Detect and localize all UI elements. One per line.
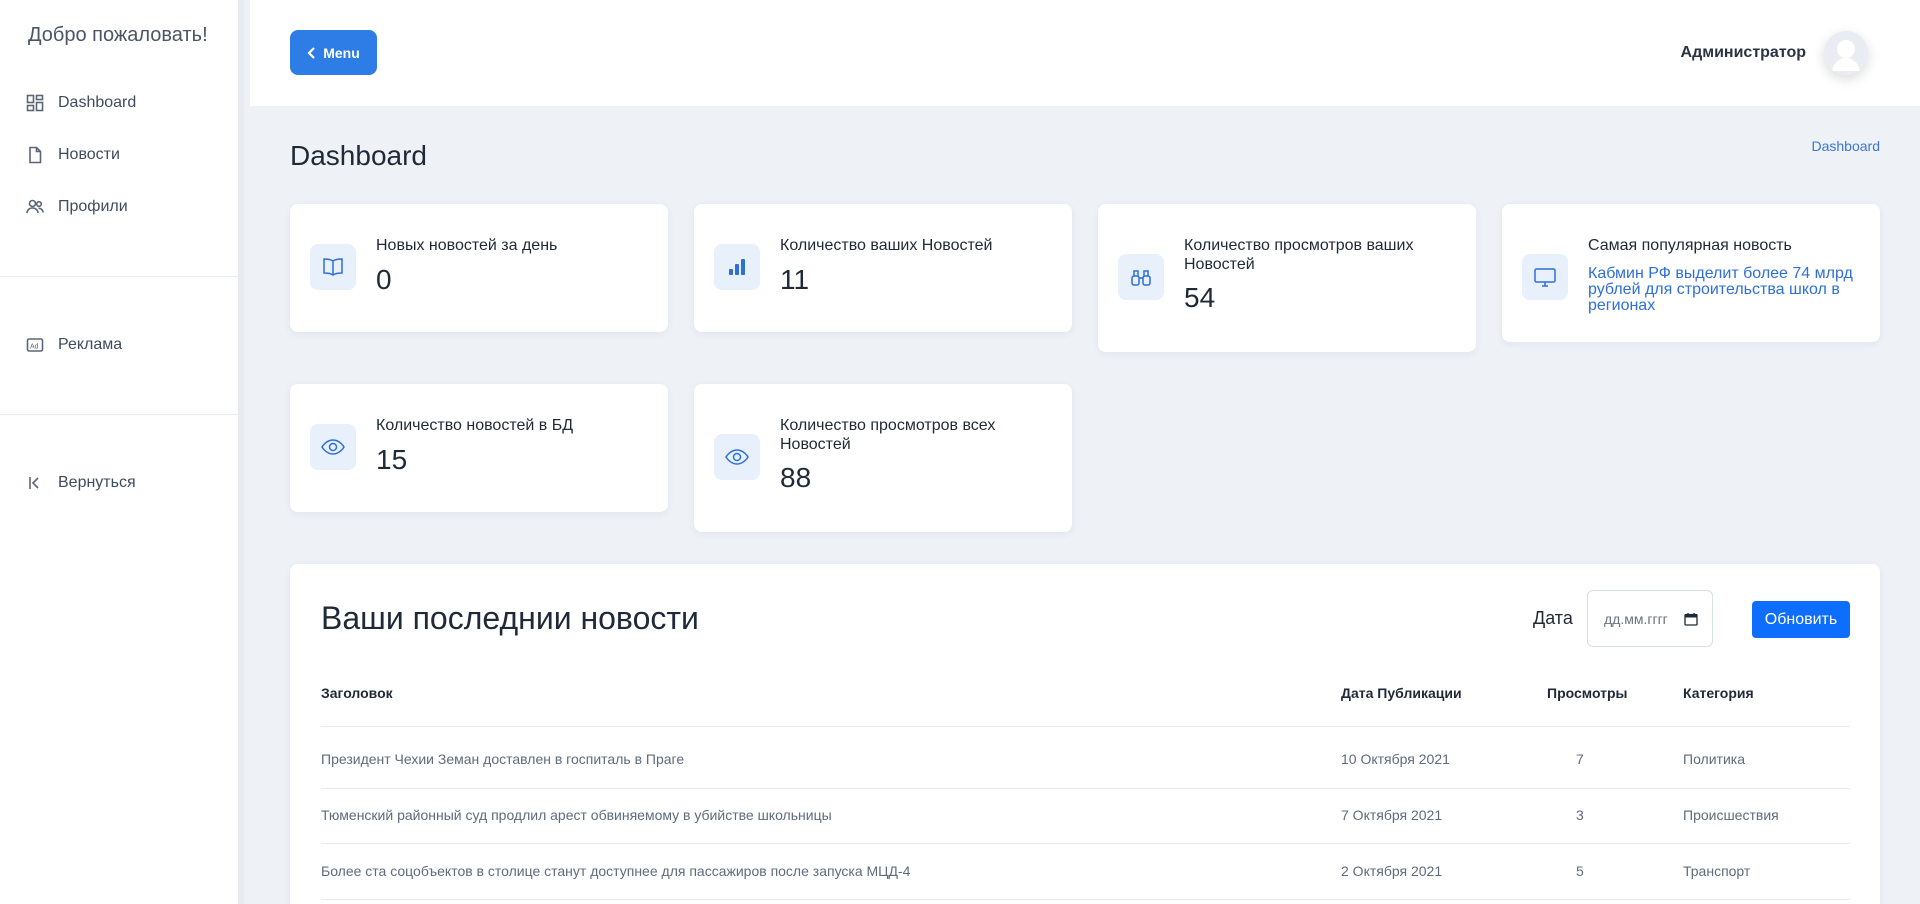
sidebar-item-news[interactable]: Новости — [26, 146, 120, 164]
sidebar-divider — [0, 276, 238, 277]
sidebar-item-label: Профили — [58, 198, 128, 215]
bar-chart-icon — [714, 244, 760, 290]
eye-icon — [310, 424, 356, 470]
table-divider — [321, 899, 1850, 900]
news-views-cell: 3 — [1576, 807, 1584, 823]
date-label: Дата — [1533, 608, 1573, 628]
welcome-title: Добро пожаловать! — [28, 24, 208, 46]
sidebar: Добро пожаловать! Dashboard Новости Проф… — [0, 0, 244, 904]
popular-news-link[interactable]: Кабмин РФ выделит более 74 млрд рублей д… — [1588, 266, 1860, 314]
binoculars-icon — [1118, 254, 1164, 300]
sidebar-item-label: Новости — [58, 146, 120, 163]
table-divider — [321, 726, 1850, 727]
stat-label: Количество новостей в БД — [376, 417, 574, 434]
eye-icon — [714, 434, 760, 480]
news-title-cell[interactable]: Тюменский районный суд продлил арест обв… — [321, 807, 832, 823]
sidebar-item-profiles[interactable]: Профили — [26, 198, 128, 216]
news-panel-title: Ваши последнии новости — [321, 600, 699, 636]
stat-label: Новых новостей за день — [376, 237, 558, 254]
column-header-category[interactable]: Категория — [1683, 685, 1754, 701]
file-icon — [26, 146, 44, 164]
latest-news-panel: Ваши последнии новости Дата дд.мм.гггг О… — [290, 564, 1880, 904]
sidebar-divider — [0, 414, 238, 415]
sidebar-item-back[interactable]: Вернуться — [26, 474, 136, 492]
svg-text:Ad: Ad — [30, 344, 39, 351]
news-category-cell: Транспорт — [1683, 863, 1751, 879]
stat-label: Количество просмотров всех Новостей — [780, 417, 996, 453]
date-placeholder: дд.мм.гггг — [1604, 610, 1668, 627]
stat-label: Количество просмотров ваших Новостей — [1184, 237, 1414, 273]
page-title: Dashboard — [290, 140, 427, 171]
avatar-placeholder-icon — [1824, 31, 1868, 75]
stat-value: 88 — [780, 462, 812, 493]
avatar[interactable] — [1824, 31, 1868, 75]
news-date-cell: 7 Октября 2021 — [1341, 807, 1443, 823]
stat-card-db-news: Количество новостей в БД 15 — [290, 384, 668, 512]
table-divider — [321, 843, 1850, 844]
stat-card-your-news: Количество ваших Новостей 11 — [694, 204, 1072, 332]
users-icon — [26, 198, 44, 216]
news-date-cell: 2 Октября 2021 — [1341, 863, 1443, 879]
calendar-icon[interactable] — [1684, 612, 1698, 626]
user-name[interactable]: Администратор — [1681, 44, 1806, 62]
chevron-left-icon — [307, 46, 315, 59]
collapse-left-icon — [26, 474, 44, 492]
table-divider — [321, 788, 1850, 789]
stat-value: 54 — [1184, 282, 1216, 313]
news-views-cell: 5 — [1576, 863, 1584, 879]
menu-button-label: Menu — [323, 44, 360, 61]
refresh-button[interactable]: Обновить — [1752, 601, 1850, 638]
stat-value: 15 — [376, 444, 408, 475]
stat-label: Количество ваших Новостей — [780, 237, 993, 254]
stat-value: 11 — [780, 264, 810, 295]
column-header-date[interactable]: Дата Публикации — [1341, 685, 1462, 701]
stat-label: Самая популярная новость — [1588, 237, 1792, 254]
column-header-views[interactable]: Просмотры — [1547, 685, 1628, 701]
date-input[interactable]: дд.мм.гггг — [1587, 590, 1713, 647]
sidebar-item-dashboard[interactable]: Dashboard — [26, 94, 136, 112]
monitor-icon — [1522, 254, 1568, 300]
stat-value: 0 — [376, 264, 392, 295]
column-header-title[interactable]: Заголовок — [321, 685, 393, 701]
stat-card-new-today: Новых новостей за день 0 — [290, 204, 668, 332]
book-icon — [310, 244, 356, 290]
breadcrumb[interactable]: Dashboard — [1812, 138, 1881, 154]
stat-card-all-views: Количество просмотров всех Новостей 88 — [694, 384, 1072, 532]
news-date-cell: 10 Октября 2021 — [1341, 751, 1450, 767]
ad-icon: Ad — [26, 336, 44, 354]
stat-card-popular-news: Самая популярная новость Кабмин РФ выдел… — [1502, 204, 1880, 342]
top-bar: Menu Администратор — [250, 0, 1920, 106]
sidebar-item-ads[interactable]: Ad Реклама — [26, 336, 122, 354]
news-category-cell: Политика — [1683, 751, 1745, 767]
dashboard-icon — [26, 94, 44, 112]
news-category-cell: Происшествия — [1683, 807, 1779, 823]
news-views-cell: 7 — [1576, 751, 1584, 767]
sidebar-item-label: Dashboard — [58, 94, 137, 111]
news-title-cell[interactable]: Президент Чехии Земан доставлен в госпит… — [321, 751, 684, 767]
sidebar-item-label: Реклама — [58, 336, 123, 353]
menu-button[interactable]: Menu — [290, 30, 377, 75]
stat-card-your-views: Количество просмотров ваших Новостей 54 — [1098, 204, 1476, 352]
news-title-cell[interactable]: Более ста соцобъектов в столице станут д… — [321, 863, 910, 879]
sidebar-item-label: Вернуться — [58, 474, 136, 491]
